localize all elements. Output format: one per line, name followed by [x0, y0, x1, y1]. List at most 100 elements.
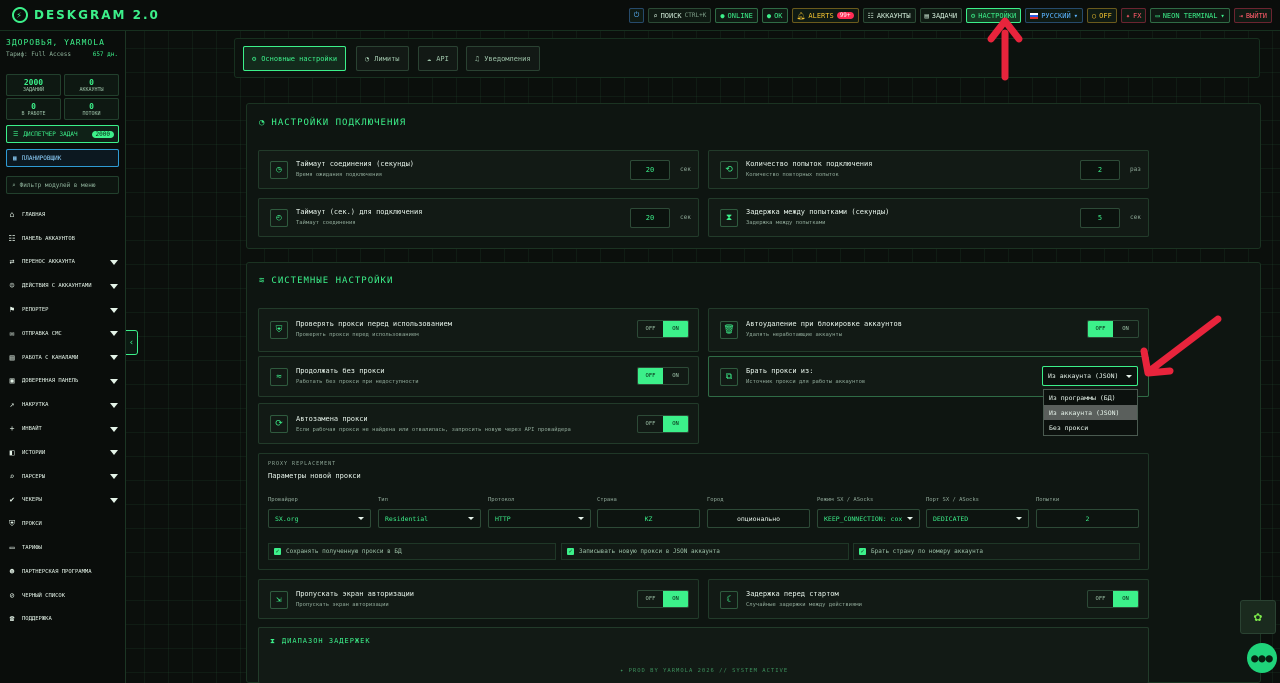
start-delay-toggle[interactable]: OFF ON	[1087, 590, 1139, 608]
sidebar-item-3[interactable]: ☺ ДЕЙСТВИЯ С АККАУНТАМИ	[8, 274, 118, 298]
chevron-down-icon[interactable]	[110, 450, 118, 456]
dropdown-option[interactable]: Из аккаунта (JSON)	[1044, 405, 1137, 420]
chevron-down-icon[interactable]	[110, 331, 118, 337]
proxy-field-input[interactable]: опционально	[707, 509, 810, 528]
stat-accounts[interactable]: 0 АККАУНТЫ	[64, 74, 119, 96]
toggle-on[interactable]: ON	[663, 368, 688, 384]
language-select[interactable]: РУССКИЙ ▾	[1025, 8, 1083, 23]
theme-select[interactable]: ▭ NEON TERMINAL ▾	[1150, 8, 1230, 23]
accounts-button[interactable]: ☷ АККАУНТЫ	[862, 8, 916, 23]
skip-auth-toggle[interactable]: OFF ON	[637, 590, 689, 608]
tab-notifications[interactable]: ♫ Уведомления	[466, 46, 540, 71]
chevron-down-icon[interactable]	[110, 355, 118, 361]
number-input[interactable]: 2	[1080, 160, 1120, 180]
sidebar-item-2[interactable]: ⇄ ПЕРЕНОС АККАУНТА	[8, 251, 118, 275]
task-dispatcher-button[interactable]: ☰ ДИСПЕТЧЕР ЗАДАЧ 2000	[6, 125, 119, 143]
number-input[interactable]: 20	[630, 160, 670, 180]
toggle-off[interactable]: OFF	[1088, 591, 1113, 607]
write-proxy-json-checkbox[interactable]: ✓ Записывать новую прокси в JSON аккаунта	[561, 543, 849, 560]
retry-icon: ⟲	[720, 161, 738, 179]
toggle-on[interactable]: ON	[1113, 591, 1138, 607]
proxy-field-input[interactable]: 2	[1036, 509, 1139, 528]
tab-api[interactable]: ☁ API	[418, 46, 458, 71]
sidebar-item-5[interactable]: ✉ ОТПРАВКА СМС	[8, 322, 118, 346]
sidebar-item-9[interactable]: + ИНВАЙТ	[8, 417, 118, 441]
app-logo[interactable]: ⚡ DESKGRAM 2.0	[12, 7, 160, 23]
sidebar-item-12[interactable]: ✔ ЧЕКЕРЫ	[8, 489, 118, 513]
chevron-down-icon[interactable]	[110, 426, 118, 432]
toggle-off[interactable]: OFF	[638, 416, 663, 432]
dropdown-option[interactable]: Из программы (БД)	[1044, 390, 1137, 405]
proxy-field-input[interactable]: KZ	[597, 509, 700, 528]
chevron-down-icon[interactable]	[110, 497, 118, 503]
stat-threads[interactable]: 0 ПОТОКИ	[64, 98, 119, 120]
stat-tasks[interactable]: 2000 ЗАДАНИЙ	[6, 74, 61, 96]
sidebar-item-8[interactable]: ↗ НАКРУТКА	[8, 393, 118, 417]
chevron-down-icon[interactable]	[110, 259, 118, 265]
country-by-number-checkbox[interactable]: ✓ Брать страну по номеру аккаунта	[853, 543, 1140, 560]
chevron-down-icon[interactable]	[110, 283, 118, 289]
toggle-off[interactable]: OFF	[638, 591, 663, 607]
search-button[interactable]: ⌕ ПОИСК CTRL+K	[648, 8, 712, 23]
dropdown-option[interactable]: Без прокси	[1044, 420, 1137, 435]
bell-icon: 🔔︎	[796, 11, 806, 20]
sidebar-item-14[interactable]: ▭ ТАРИФЫ	[8, 536, 118, 560]
proxy-source-select[interactable]: Из аккаунта (JSON)	[1042, 366, 1138, 386]
sidebar-item-6[interactable]: ▤ РАБОТА С КАНАЛАМИ	[8, 346, 118, 370]
logout-button[interactable]: ⇥ ВЫЙТИ	[1233, 8, 1272, 23]
collapse-sidebar-button[interactable]: ‹	[126, 330, 138, 355]
toggle-on[interactable]: ON	[1113, 321, 1138, 337]
search-icon: ⌕	[9, 471, 15, 481]
auto-replace-toggle[interactable]: OFF ON	[637, 415, 689, 433]
power-button[interactable]: ⏻	[628, 8, 645, 23]
chevron-down-icon[interactable]	[110, 307, 118, 313]
ok-label: OK	[774, 11, 783, 20]
alerts-button[interactable]: 🔔︎ ALERTS 99+	[791, 8, 859, 23]
sidebar-item-16[interactable]: ⊘ ЧЕРНЫЙ СПИСОК	[8, 584, 118, 608]
toggle-on[interactable]: ON	[663, 416, 688, 432]
proxy-field-select[interactable]: KEEP_CONNECTION: cox	[817, 509, 920, 528]
sidebar-item-11[interactable]: ⌕ ПАРСЕРЫ	[8, 465, 118, 489]
scheduler-button[interactable]: ▦ ПЛАНИРОВЩИК	[6, 149, 119, 167]
number-input[interactable]: 20	[630, 208, 670, 228]
auto-delete-toggle[interactable]: OFF ON	[1087, 320, 1139, 338]
toggle-off[interactable]: OFF	[1088, 321, 1113, 337]
toggle-off[interactable]: OFF	[638, 321, 663, 337]
settings-button[interactable]: ⚙ НАСТРОЙКИ	[966, 8, 1022, 23]
no-proxy-toggle[interactable]: OFF ON	[637, 367, 689, 385]
chevron-down-icon[interactable]	[110, 474, 118, 480]
stat-in-progress[interactable]: 0В РАБОТЕ	[6, 98, 61, 120]
off-toggle[interactable]: ○ OFF	[1086, 8, 1117, 23]
sidebar-item-13[interactable]: ⛨ ПРОКСИ	[8, 512, 118, 536]
stat-label: ЗАДАНИЙ	[22, 87, 45, 93]
toggle-on[interactable]: ON	[663, 591, 688, 607]
proxy-field-select[interactable]: HTTP	[488, 509, 591, 528]
check-proxy-toggle[interactable]: OFF ON	[637, 320, 689, 338]
tab-limits[interactable]: ◔ Лимиты	[356, 46, 409, 71]
sidebar-item-17[interactable]: ☎ ПОДДЕРЖКА	[8, 608, 118, 632]
sidebar-item-0[interactable]: ⌂ ГЛАВНАЯ	[8, 203, 118, 227]
sidebar-item-10[interactable]: ◧ ИСТОРИИ	[8, 441, 118, 465]
toggle-off[interactable]: OFF	[638, 368, 663, 384]
proxy-field-select[interactable]: DEDICATED	[926, 509, 1029, 528]
fx-toggle[interactable]: ✦ FX	[1120, 8, 1147, 23]
toggle-on[interactable]: ON	[663, 321, 688, 337]
logout-label: ВЫЙТИ	[1245, 11, 1267, 20]
chat-bubble-button[interactable]: ●●●	[1247, 643, 1277, 673]
sidebar-item-15[interactable]: ☻ ПАРТНЕРСКАЯ ПРОГРАММА	[8, 560, 118, 584]
module-filter-input[interactable]: ⌕ Фильтр модулей в меню	[6, 176, 119, 194]
circle-icon: ○	[1091, 11, 1097, 20]
number-input[interactable]: 5	[1080, 208, 1120, 228]
proxy-field-select[interactable]: Residential	[378, 509, 481, 528]
chevron-down-icon[interactable]	[110, 402, 118, 408]
tasks-button[interactable]: ▤ ЗАДАЧИ	[919, 8, 963, 23]
save-proxy-db-checkbox[interactable]: ✓ Сохранять полученную прокси в БД	[268, 543, 556, 560]
sidebar-item-7[interactable]: ▣ ДОВЕРЕННАЯ ПАНЕЛЬ	[8, 370, 118, 394]
sidebar-item-4[interactable]: ⚑ РЕПОРТЕР	[8, 298, 118, 322]
sidebar-item-label: ПРОКСИ	[22, 521, 42, 528]
proxy-field-select[interactable]: SX.org	[268, 509, 371, 528]
field-label: Порт SX / ASocks	[926, 497, 979, 503]
tab-main-settings[interactable]: ⚙ Основные настройки	[243, 46, 347, 71]
chevron-down-icon[interactable]	[110, 378, 118, 384]
sidebar-item-1[interactable]: ☷ ПАНЕЛЬ АККАУНТОВ	[8, 227, 118, 251]
